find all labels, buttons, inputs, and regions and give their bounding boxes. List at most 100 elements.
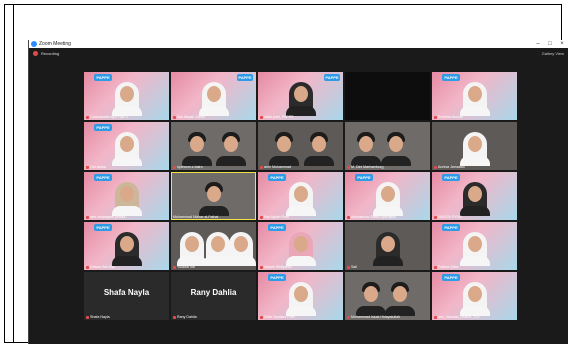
participant-video — [225, 232, 256, 266]
participant-tile[interactable]: PAPPE Aminaturus Sakia Syauqaini — [345, 172, 430, 220]
participant-video — [304, 132, 335, 166]
pappe-badge: PAPPE — [442, 224, 460, 231]
participant-name: Della Septiani Putri — [260, 315, 295, 319]
participant-tile[interactable]: Yuliana Siti — [171, 222, 256, 270]
participant-tile[interactable]: PAPPE Aisyah Widiyanto — [258, 222, 343, 270]
recording-label: Recording — [41, 50, 60, 56]
participant-name: Aminaturus Sakia Syauqaini — [347, 215, 396, 219]
pappe-badge: PAPPE — [94, 174, 112, 181]
recording-bar: Recording Gallery View — [29, 48, 568, 58]
muted-mic-icon — [434, 215, 437, 219]
participant-display-name: Rany Dahlia — [190, 288, 237, 297]
muted-mic-icon — [347, 165, 350, 169]
maximize-icon[interactable]: □ — [544, 41, 556, 47]
participant-video — [111, 82, 142, 116]
participant-tile[interactable]: PAPPE Ervelina Annisa — [432, 72, 517, 120]
participant-tile[interactable]: M. Dini Marhamburg — [345, 122, 430, 170]
participant-tile-active-speaker[interactable]: Muhammad Nizhar al-Fathal — [171, 172, 256, 220]
muted-mic-icon — [260, 115, 263, 119]
participant-tile[interactable]: Sali — [345, 222, 430, 270]
participant-video — [355, 282, 386, 316]
participant-tile[interactable]: PAPPE Della Septiani Putri — [258, 272, 343, 320]
muted-mic-icon — [347, 315, 350, 319]
participant-name: aris_hambali_UNIDA_102 — [434, 315, 480, 319]
participant-name: Muhammad Nizhar al-Fathal — [173, 215, 219, 219]
muted-mic-icon — [260, 165, 263, 169]
gallery-view-button[interactable]: Gallery View — [542, 51, 564, 56]
participant-tile[interactable]: Shafa Nayla Shafa Nayla — [84, 272, 169, 320]
participant-video — [285, 82, 316, 116]
participant-name: Aisyah Widiyanto — [260, 265, 292, 269]
participant-name: Sali — [347, 265, 357, 269]
close-icon[interactable]: × — [556, 41, 568, 47]
participant-name: Nur Aqilah Putri — [260, 215, 289, 219]
participant-tile[interactable]: PAPPE Fatima Qifari — [432, 222, 517, 270]
pappe-badge: PAPPE — [324, 74, 340, 81]
participant-name: Muhammad Iskak Hidayatullah — [347, 315, 400, 319]
minimize-icon[interactable]: – — [532, 41, 544, 47]
pappe-badge: PAPPE — [94, 124, 112, 131]
muted-mic-icon — [86, 265, 89, 269]
participant-tile[interactable]: PAPPE erika putri_PAPPE — [258, 72, 343, 120]
pappe-badge: PAPPE — [94, 224, 112, 231]
participant-tile[interactable]: PAPPE NASON SYMA — [432, 172, 517, 220]
muted-mic-icon — [86, 315, 89, 319]
participant-name: Dessia Sari Ayu — [86, 265, 115, 269]
participant-name: amir Muhammad — [260, 165, 291, 169]
participant-name: Yuliana Siti — [173, 265, 195, 269]
pappe-badge: PAPPE — [268, 224, 286, 231]
participant-name: Annisa Jamaatul — [434, 165, 465, 169]
participant-video — [459, 232, 490, 266]
muted-mic-icon — [86, 165, 89, 169]
participant-name: erika putri_PAPPE — [260, 115, 294, 119]
participant-tile[interactable]: PAPPE aris_hambali_UNIDA_102 — [432, 272, 517, 320]
participant-tile[interactable]: syahrom.z.bairo — [171, 122, 256, 170]
participant-tile[interactable]: PAPPE Cici Asma — [84, 122, 169, 170]
participant-video — [198, 182, 229, 216]
participant-tile[interactable]: PAPPE Nur Aqilah Putri — [258, 172, 343, 220]
participant-name: Fatima Qifari — [434, 265, 459, 269]
participant-tile[interactable]: PAPPE ann umarajanti jumdul — [84, 172, 169, 220]
participant-tile[interactable]: PAPPE Dessia Sari Ayu — [84, 222, 169, 270]
participant-video — [385, 282, 416, 316]
muted-mic-icon — [434, 115, 437, 119]
participant-video — [372, 232, 403, 266]
participant-tile[interactable]: Rany Dahlia Rany Dahlia — [171, 272, 256, 320]
participant-video — [111, 182, 142, 216]
muted-mic-icon — [434, 165, 437, 169]
participant-video — [215, 132, 246, 166]
participant-video — [111, 232, 142, 266]
participant-video — [459, 282, 490, 316]
title-bar: Zoom Meeting – □ × — [29, 40, 568, 48]
participant-tile[interactable]: amir Muhammad — [258, 122, 343, 170]
participant-video — [459, 82, 490, 116]
participant-video — [372, 182, 403, 216]
participant-video — [198, 82, 229, 116]
participant-video — [351, 132, 382, 166]
muted-mic-icon — [173, 115, 176, 119]
pappe-badge: PAPPE — [94, 74, 112, 81]
participant-tile[interactable]: Muhammad Iskak Hidayatullah — [345, 272, 430, 320]
pappe-badge: PAPPE — [237, 74, 253, 81]
participant-name: M. Dini Marhamburg — [347, 165, 384, 169]
participant-tile[interactable]: Annisa Jamaatul — [432, 122, 517, 170]
pappe-badge: PAPPE — [442, 274, 460, 281]
participant-video — [459, 132, 490, 166]
zoom-window: Zoom Meeting – □ × Recording Gallery Vie… — [28, 40, 568, 344]
participant-video — [285, 232, 316, 266]
participant-name: Cici Asma — [86, 165, 106, 169]
participant-name: Shafa Nayla — [86, 315, 110, 319]
participant-name: Ervelina Annisa — [434, 115, 463, 119]
window-title: Zoom Meeting — [39, 41, 71, 47]
participant-name: Nur Aisyah Zahra — [173, 115, 205, 119]
participant-video — [459, 182, 490, 216]
muted-mic-icon — [260, 215, 263, 219]
participant-tile[interactable]: PAPPE Nur Aisyah Zahra — [171, 72, 256, 120]
pappe-badge: PAPPE — [268, 274, 286, 281]
participant-tile[interactable]: PAPPE Commander Ayu Fiya S — [84, 72, 169, 120]
muted-mic-icon — [347, 215, 350, 219]
participant-video — [285, 182, 316, 216]
participant-name: ann umarajanti jumdul — [86, 215, 125, 219]
participant-name: Commander Ayu Fiya S — [86, 115, 128, 119]
participant-video — [268, 132, 299, 166]
